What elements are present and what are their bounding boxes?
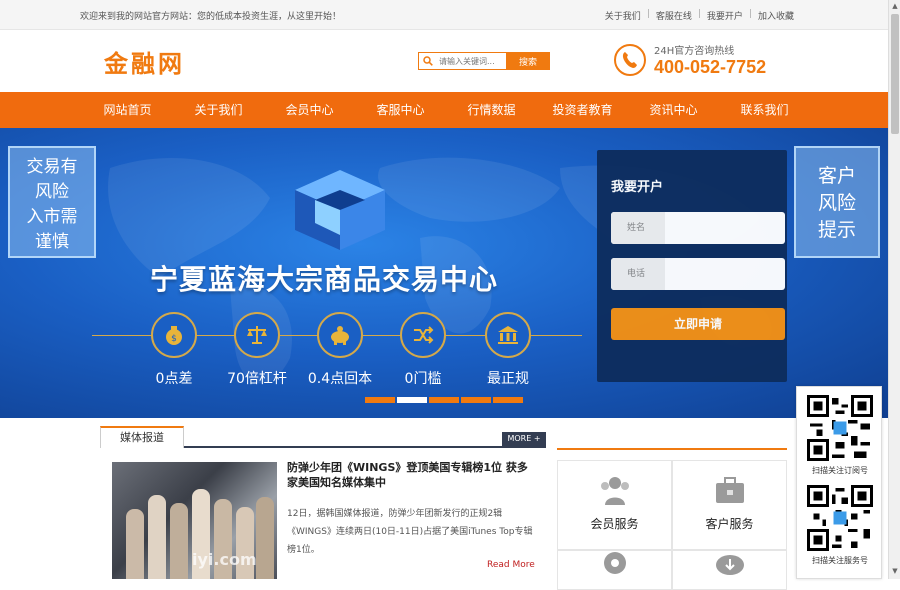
news-summary: 12日，据韩国媒体报道，防弹少年团新发行的正规2辑《WINGS》连续两日(10日… <box>287 509 533 555</box>
page-scrollbar[interactable]: ▲ ▼ <box>888 0 900 579</box>
feature-breakeven: 0.4点回本 <box>300 312 380 388</box>
feature-spread: $ 0点差 <box>134 312 214 388</box>
top-link-open-account[interactable]: 我要开户 <box>701 9 749 22</box>
service-label: 会员服务 <box>590 517 639 531</box>
hotline-label: 24H官方咨询热线 <box>654 46 735 57</box>
notice-line: 提示 <box>817 219 856 241</box>
briefcase-icon <box>712 473 748 509</box>
top-links: 关于我们 | 客服在线 | 我要开户 | 加入收藏 <box>599 9 800 22</box>
customer-service-tile[interactable]: 客户服务 <box>672 460 787 550</box>
more-button[interactable]: MORE + <box>502 432 546 446</box>
search-icon <box>418 52 436 70</box>
feature-threshold: 0门槛 <box>383 312 463 388</box>
phone-label: 电话 <box>611 258 665 290</box>
nav-member[interactable]: 会员中心 <box>264 92 355 128</box>
feature-regulated: 最正规 <box>468 312 548 388</box>
top-link-service[interactable]: 客服在线 <box>650 9 698 22</box>
slider-dot[interactable] <box>397 397 427 403</box>
news-tab-bar: 媒体报道 MORE + <box>100 426 546 448</box>
risk-line: 风险 <box>35 182 69 202</box>
news-title[interactable]: 防弹少年团《WINGS》登顶美国专辑榜1位 获多家美国知名媒体集中 <box>287 460 535 490</box>
feature-label: 0.4点回本 <box>307 371 373 387</box>
top-link-bookmark[interactable]: 加入收藏 <box>752 9 800 22</box>
services-grid: 会员服务 客户服务 <box>557 448 787 590</box>
slider-dot[interactable] <box>365 397 395 403</box>
qr-label-service: 扫描关注服务号 <box>812 556 868 565</box>
search-button[interactable]: 搜索 <box>506 52 550 70</box>
hotline: 24H官方咨询热线 400-052-7752 <box>614 42 766 78</box>
read-more-link[interactable]: Read More <box>487 560 535 570</box>
nav-service[interactable]: 客服中心 <box>355 92 446 128</box>
risk-warning-left: 交易有 风险 入市需 谨慎 <box>8 146 96 258</box>
welcome-text: 欢迎来到我的网站官方网站：您的低成本投资生涯，从这里开始！ <box>80 12 342 22</box>
risk-line: 入市需 <box>26 207 78 227</box>
feature-label: 0点差 <box>155 371 193 387</box>
member-service-tile[interactable]: 会员服务 <box>557 460 672 550</box>
nav-about[interactable]: 关于我们 <box>173 92 264 128</box>
nav-contact[interactable]: 联系我们 <box>719 92 810 128</box>
search-input[interactable] <box>436 52 506 70</box>
phone-icon <box>614 44 646 76</box>
shuffle-icon <box>400 312 446 358</box>
name-label: 姓名 <box>611 212 665 244</box>
feature-label: 70倍杠杆 <box>227 371 287 387</box>
slider-dot[interactable] <box>461 397 491 403</box>
tab-media-reports[interactable]: 媒体报道 <box>100 426 184 448</box>
feature-label: 0门槛 <box>404 371 442 387</box>
users-icon <box>597 473 633 509</box>
piggy-bank-icon <box>317 312 363 358</box>
phone-field[interactable]: 电话 <box>611 258 785 290</box>
nav-education[interactable]: 投资者教育 <box>537 92 628 128</box>
risk-line: 谨慎 <box>35 232 69 252</box>
scale-icon <box>234 312 280 358</box>
top-link-about[interactable]: 关于我们 <box>599 9 647 22</box>
nav-market[interactable]: 行情数据 <box>446 92 537 128</box>
cube-logo-icon <box>295 170 385 250</box>
nav-home[interactable]: 网站首页 <box>82 92 173 128</box>
qr-code-service[interactable] <box>807 485 873 551</box>
site-logo[interactable]: 金融网 <box>104 44 185 79</box>
apply-now-button[interactable]: 立即申请 <box>611 308 785 340</box>
top-bar: 欢迎来到我的网站官方网站：您的低成本投资生涯，从这里开始！ 关于我们 | 客服在线… <box>0 0 900 30</box>
settings-service-tile[interactable] <box>557 550 672 590</box>
search-box: 搜索 <box>418 52 550 70</box>
gear-icon <box>597 545 633 581</box>
notice-line: 客户 <box>817 165 856 187</box>
service-label: 客户服务 <box>705 517 754 531</box>
news-image[interactable]: iyi.com <box>112 462 277 579</box>
slider-dot[interactable] <box>493 397 523 403</box>
hotline-number: 400-052-7752 <box>654 57 767 77</box>
money-bag-icon: $ <box>151 312 197 358</box>
main-nav: 网站首页 关于我们 会员中心 客服中心 行情数据 投资者教育 资讯中心 联系我们 <box>0 92 900 128</box>
cloud-download-icon <box>712 545 748 581</box>
download-service-tile[interactable] <box>672 550 787 590</box>
svg-text:$: $ <box>171 334 177 344</box>
open-account-title: 我要开户 <box>611 180 664 195</box>
open-account-panel: 我要开户 姓名 电话 立即申请 <box>597 150 787 382</box>
header: 金融网 搜索 24H官方咨询热线 400-052-7752 <box>0 30 900 92</box>
feature-label: 最正规 <box>487 371 529 387</box>
slider-dots <box>365 397 525 403</box>
bank-building-icon <box>485 312 531 358</box>
qr-label-subscription: 扫描关注订阅号 <box>812 466 868 475</box>
scrollbar-thumb[interactable] <box>891 14 899 134</box>
nav-news[interactable]: 资讯中心 <box>628 92 719 128</box>
risk-line: 交易有 <box>26 157 78 177</box>
scroll-down-arrow-icon[interactable]: ▼ <box>891 567 899 577</box>
name-field[interactable]: 姓名 <box>611 212 785 244</box>
risk-notice-right[interactable]: 客户 风险 提示 <box>794 146 880 258</box>
notice-line: 风险 <box>817 192 856 214</box>
qr-code-subscription[interactable] <box>807 395 873 461</box>
feature-leverage: 70倍杠杆 <box>217 312 297 388</box>
image-watermark: iyi.com <box>192 550 257 569</box>
slider-dot[interactable] <box>429 397 459 403</box>
qr-code-panel: 扫描关注订阅号 扫描关注服务号 <box>796 386 882 579</box>
scroll-up-arrow-icon[interactable]: ▲ <box>891 2 899 12</box>
banner-title: 宁夏蓝海大宗商品交易中心 <box>150 263 499 296</box>
